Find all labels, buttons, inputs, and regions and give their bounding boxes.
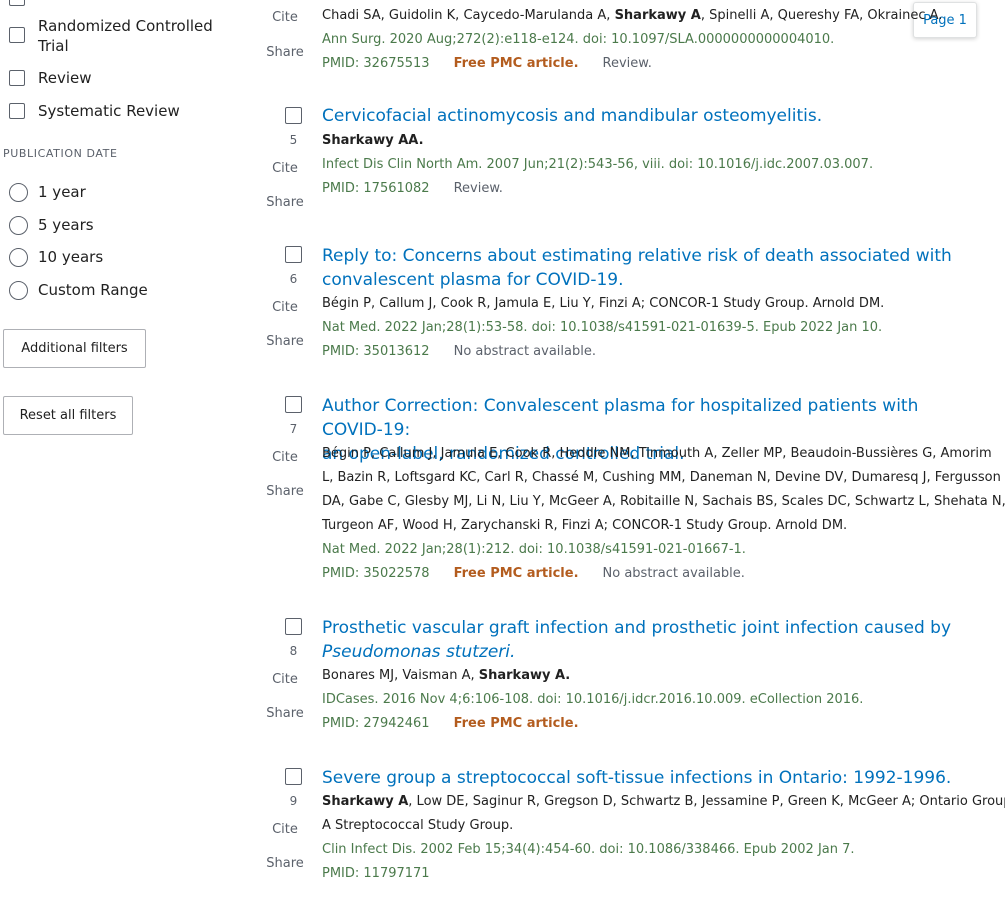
result-citation: Clin Infect Dis. 2002 Feb 15;34(4):454-6… [322,842,855,857]
filter-label-review[interactable]: Review [38,68,92,88]
cite-button[interactable]: Cite [262,822,308,837]
result-item: Cite Share Chadi SA, Guidolin K, Caycedo… [258,0,988,80]
result-item: 5 Cite Share Cervicofacial actinomycosis… [258,104,988,224]
result-pmid-row: PMID: 35022578 Free PMC article. No abstra… [322,562,972,586]
result-number: 5 [289,133,298,147]
result-checkbox[interactable] [285,246,302,263]
filters-sidebar: Randomized Controlled Trial Review Syste… [0,0,250,903]
cite-button[interactable]: Cite [262,10,308,25]
result-pubtype: No abstract available. [602,566,745,581]
result-number: 7 [289,422,298,436]
filter-label-rct[interactable]: Randomized Controlled Trial [38,16,238,56]
date-radio-1-year[interactable] [9,183,28,202]
result-number: 6 [289,272,298,286]
result-citation: Nat Med. 2022 Jan;28(1):212. doi: 10.103… [322,542,746,557]
share-button[interactable]: Share [262,195,308,210]
share-button[interactable]: Share [262,706,308,721]
result-item: 7 Cite Share Author Correction: Convales… [258,393,1005,593]
cite-button[interactable]: Cite [262,161,308,176]
result-pmid-row: PMID: 11797171 [322,862,972,886]
free-pmc-link[interactable]: Free PMC article. [454,566,579,581]
result-pmid: PMID: 35022578 [322,566,430,581]
result-checkbox[interactable] [285,396,302,413]
date-label-1-year[interactable]: 1 year [38,182,86,202]
filter-checkbox-hidden[interactable] [9,0,25,6]
reset-filters-button[interactable]: Reset all filters [3,396,133,435]
result-item: 6 Cite Share Reply to: Concerns about es… [258,243,988,373]
result-item: 8 Cite Share Prosthetic vascular graft i… [258,615,988,745]
result-title-link[interactable]: Prosthetic vascular graft infection and … [322,616,972,664]
result-authors: Bégin P, Callum J, Jamula E, Cook R, Hed… [322,446,1005,533]
result-pmid: PMID: 32675513 [322,56,430,71]
free-pmc-link[interactable]: Free PMC article. [454,56,579,71]
result-number: 9 [289,794,298,808]
publication-date-heading: PUBLICATION DATE [3,147,118,160]
result-pmid: PMID: 27942461 [322,716,430,731]
date-radio-5-years[interactable] [9,216,28,235]
result-title-link[interactable]: Cervicofacial actinomycosis and mandibul… [322,104,972,128]
filter-checkbox-review[interactable] [9,70,25,86]
result-authors: Bonares MJ, Vaisman A, Sharkawy A. [322,668,571,683]
result-pmid-row: PMID: 17561082 Review. [322,177,972,201]
free-pmc-link[interactable]: Free PMC article. [454,716,579,731]
additional-filters-button[interactable]: Additional filters [3,329,146,368]
result-title-link[interactable]: Reply to: Concerns about estimating rela… [322,244,972,292]
result-authors: Chadi SA, Guidolin K, Caycedo-Marulanda … [322,8,943,23]
cite-button[interactable]: Cite [262,450,308,465]
result-citation: IDCases. 2016 Nov 4;6:106-108. doi: 10.1… [322,692,864,707]
result-citation: Infect Dis Clin North Am. 2007 Jun;21(2)… [322,157,874,172]
result-title-link[interactable]: Severe group a streptococcal soft-tissue… [322,766,972,790]
result-authors: Bégin P, Callum J, Cook R, Jamula E, Liu… [322,296,885,311]
date-label-custom-range[interactable]: Custom Range [38,280,148,300]
result-checkbox[interactable] [285,107,302,124]
date-radio-custom-range[interactable] [9,281,28,300]
result-authors: Sharkawy AA. [322,133,424,148]
share-button[interactable]: Share [262,45,308,60]
result-citation: Nat Med. 2022 Jan;28(1):53-58. doi: 10.1… [322,320,883,335]
result-item: 9 Cite Share Severe group a streptococca… [258,765,1005,895]
filter-checkbox-systematic-review[interactable] [9,103,25,119]
date-label-10-years[interactable]: 10 years [38,247,103,267]
result-checkbox[interactable] [285,618,302,635]
result-pmid-row: PMID: 32675513 Free PMC article. Review. [322,52,972,76]
result-pubtype: Review. [453,181,503,196]
cite-button[interactable]: Cite [262,672,308,687]
share-button[interactable]: Share [262,856,308,871]
result-pubtype: No abstract available. [453,344,596,359]
result-pubtype: Review. [602,56,652,71]
result-pmid: PMID: 35013612 [322,344,430,359]
result-pmid: PMID: 17561082 [322,181,430,196]
result-authors: Sharkawy A, Low DE, Saginur R, Gregson D… [322,794,1005,833]
cite-button[interactable]: Cite [262,300,308,315]
result-pmid-row: PMID: 35013612 No abstract available. [322,340,972,364]
filter-label-systematic-review[interactable]: Systematic Review [38,101,180,121]
result-pmid-row: PMID: 27942461 Free PMC article. [322,712,972,736]
filter-checkbox-rct[interactable] [9,27,25,43]
date-label-5-years[interactable]: 5 years [38,215,94,235]
result-checkbox[interactable] [285,768,302,785]
share-button[interactable]: Share [262,334,308,349]
result-number: 8 [289,644,298,658]
result-citation: Ann Surg. 2020 Aug;272(2):e118-e124. doi… [322,32,835,47]
share-button[interactable]: Share [262,484,308,499]
result-pmid: PMID: 11797171 [322,866,430,881]
date-radio-10-years[interactable] [9,248,28,267]
